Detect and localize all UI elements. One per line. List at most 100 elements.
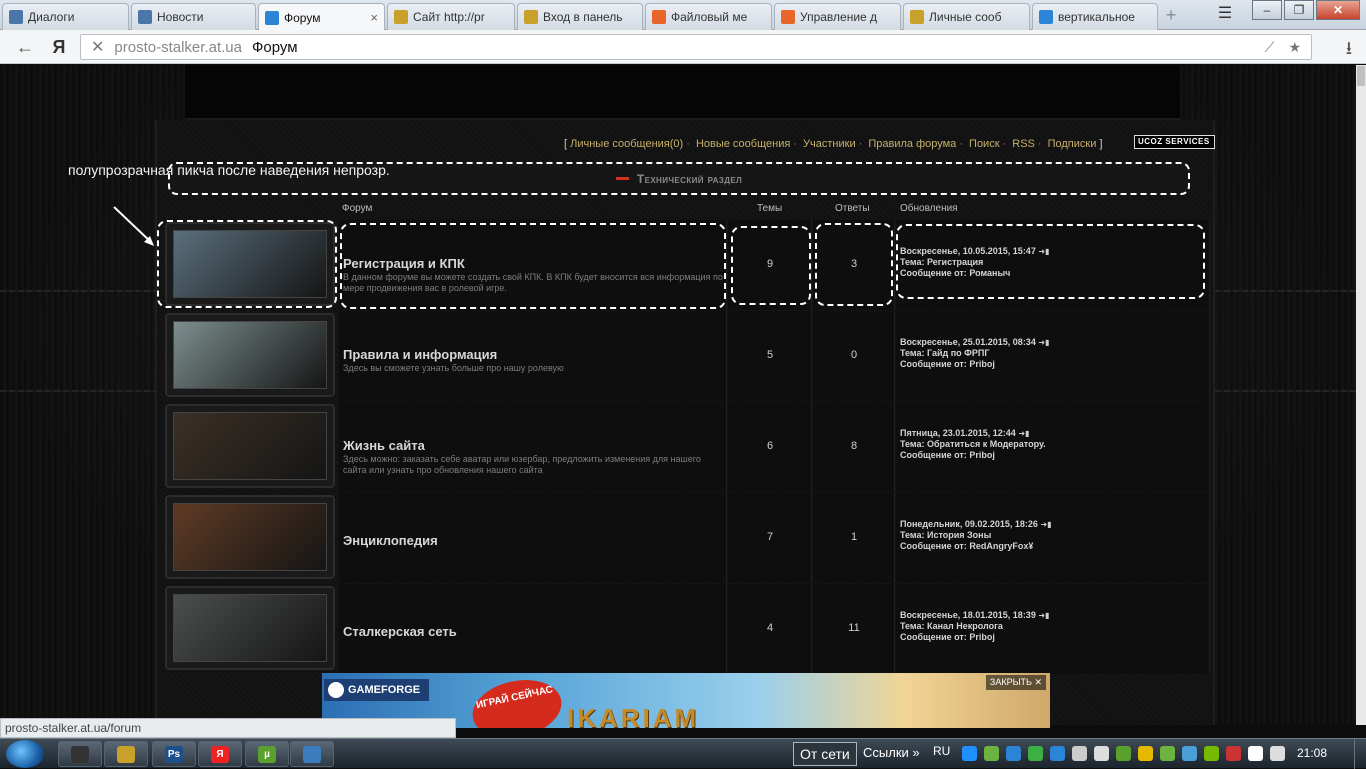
tray-icon[interactable]	[1006, 746, 1021, 761]
update-author-link[interactable]: Priboj	[969, 632, 995, 642]
forum-title-link[interactable]: Сталкерская сеть	[343, 624, 457, 639]
tray-icon[interactable]	[1160, 746, 1175, 761]
bracket-close: ]	[1099, 138, 1103, 150]
clock[interactable]: 21:08	[1297, 746, 1327, 760]
update-topic-link[interactable]: Канал Некролога	[927, 621, 1003, 631]
forum-title-link[interactable]: Энциклопедия	[343, 533, 438, 548]
go-to-post-icon[interactable]: ➜▮	[1038, 338, 1049, 347]
back-button[interactable]: ←	[14, 36, 36, 58]
start-button[interactable]	[6, 740, 44, 768]
forum-thumbnail[interactable]	[165, 586, 335, 670]
collapse-minus-icon[interactable]	[615, 177, 629, 180]
tab-label: Форум	[284, 10, 321, 25]
topics-count: 6	[766, 440, 774, 452]
link-new-messages[interactable]: Новые сообщения	[696, 138, 790, 150]
tray-icon[interactable]	[1050, 746, 1065, 761]
tray-icon[interactable]	[1204, 746, 1219, 761]
downloads-icon[interactable]: ⭳	[1346, 36, 1352, 66]
tab-0[interactable]: Диалоги	[2, 3, 129, 30]
show-desktop-button[interactable]	[1354, 739, 1366, 769]
tray-icon[interactable]	[1116, 746, 1131, 761]
go-to-post-icon[interactable]: ➜▮	[1038, 611, 1049, 620]
forum-thumbnail[interactable]	[165, 495, 335, 579]
pin-icon[interactable]: ⟋	[1265, 39, 1275, 56]
tray-icon[interactable]	[1028, 746, 1043, 761]
scrollbar-thumb[interactable]	[1357, 66, 1365, 86]
forum-title-link[interactable]: Правила и информация	[343, 347, 497, 362]
stop-loading-icon[interactable]: ✕	[91, 37, 104, 57]
bookmark-star-icon[interactable]: ★	[1288, 39, 1301, 56]
tab-6[interactable]: Управление д	[774, 3, 901, 30]
forum-thumbnail-image	[173, 412, 327, 480]
forum-thumbnail[interactable]	[165, 313, 335, 397]
tray-icon[interactable]	[1226, 746, 1241, 761]
taskbar-app-button[interactable]: Ps	[152, 741, 196, 767]
page-scrollbar[interactable]	[1356, 65, 1366, 725]
tray-icon[interactable]	[1270, 746, 1285, 761]
tab-1[interactable]: Новости	[131, 3, 256, 30]
close-window-button[interactable]: ✕	[1316, 0, 1360, 20]
tab-label: вертикальное	[1058, 10, 1135, 24]
tray-icon[interactable]	[984, 746, 999, 761]
link-members[interactable]: Участники	[803, 138, 856, 150]
update-author-link[interactable]: Priboj	[969, 359, 995, 369]
taskbar-app-button[interactable]	[104, 741, 148, 767]
update-author-link[interactable]: Priboj	[969, 450, 995, 460]
minimize-button[interactable]: –	[1252, 0, 1282, 20]
ad-close-button[interactable]: ЗАКРЫТЬ ✕	[985, 675, 1046, 690]
topics-count: 5	[766, 349, 774, 361]
ucoz-icon	[652, 10, 666, 24]
vk-icon	[138, 10, 152, 24]
tab-7[interactable]: Личные сооб	[903, 3, 1030, 30]
network-toolbar-button[interactable]: От сети	[793, 742, 857, 766]
tab-8[interactable]: вертикальное	[1032, 3, 1158, 30]
links-chevron-icon[interactable]: »	[912, 745, 919, 760]
update-topic-link[interactable]: Гайд по ФРПГ	[927, 348, 989, 358]
radiation-icon	[524, 10, 538, 24]
radiation-icon	[910, 10, 924, 24]
tray-icon[interactable]	[1182, 746, 1197, 761]
yandex-logo-icon[interactable]: Я	[48, 36, 70, 58]
ad-play-now-button[interactable]: ИГРАЙ СЕЙЧАС	[467, 673, 567, 728]
taskbar-app-button[interactable]	[290, 741, 334, 767]
link-rss[interactable]: RSS	[1012, 138, 1035, 150]
ad-game-title: IKARIAM	[567, 703, 700, 728]
language-indicator[interactable]: RU	[933, 744, 950, 758]
link-private-messages[interactable]: Личные сообщения(0)	[570, 138, 683, 150]
tray-icon[interactable]	[962, 746, 977, 761]
taskbar-app-button[interactable]: µ	[245, 741, 289, 767]
go-to-post-icon[interactable]: ➜▮	[1018, 429, 1029, 438]
highlight-topics	[731, 226, 811, 305]
tab-label: Вход в панель	[543, 10, 623, 24]
tab-3[interactable]: Сайт http://pr	[387, 3, 515, 30]
close-tab-icon[interactable]: ×	[370, 10, 378, 25]
update-date: Воскресенье, 25.01.2015, 08:34	[900, 337, 1036, 347]
tab-5[interactable]: Файловый ме	[645, 3, 772, 30]
forum-thumbnail[interactable]	[165, 404, 335, 488]
forum-title-link[interactable]: Жизнь сайта	[343, 438, 425, 453]
ucoz-services-badge[interactable]: UCOZ SERVICES	[1134, 135, 1215, 149]
window-controls: – ❐ ✕	[1252, 0, 1360, 20]
taskbar-app-button[interactable]: Я	[198, 741, 242, 767]
maximize-button[interactable]: ❐	[1284, 0, 1314, 20]
link-subscriptions[interactable]: Подписки	[1048, 138, 1097, 150]
tray-icon[interactable]	[1248, 746, 1263, 761]
user-links: [ Личные сообщения(0) · Новые сообщения · …	[564, 138, 1103, 150]
browser-menu-icon[interactable]: ☰	[1212, 3, 1238, 25]
update-author-link[interactable]: RedAngryFox¥	[969, 541, 1033, 551]
go-to-post-icon[interactable]: ➜▮	[1040, 520, 1051, 529]
update-topic-link[interactable]: История Зоны	[927, 530, 991, 540]
new-tab-button[interactable]: +	[1160, 6, 1182, 26]
links-toolbar[interactable]: Ссылки »	[863, 745, 920, 760]
tray-icon[interactable]	[1072, 746, 1087, 761]
url-input[interactable]: ✕ prosto-stalker.at.ua Форум ⟋ ★	[80, 34, 1312, 60]
update-topic-link[interactable]: Обратиться к Модератору.	[927, 439, 1046, 449]
tab-2[interactable]: Форум ×	[258, 3, 385, 31]
tray-icon[interactable]	[1094, 746, 1109, 761]
link-search[interactable]: Поиск	[969, 138, 999, 150]
link-forum-rules[interactable]: Правила форума	[868, 138, 956, 150]
replies-count: 0	[850, 349, 858, 361]
taskbar-app-button[interactable]	[58, 741, 102, 767]
tab-4[interactable]: Вход в панель	[517, 3, 643, 30]
tray-icon[interactable]	[1138, 746, 1153, 761]
